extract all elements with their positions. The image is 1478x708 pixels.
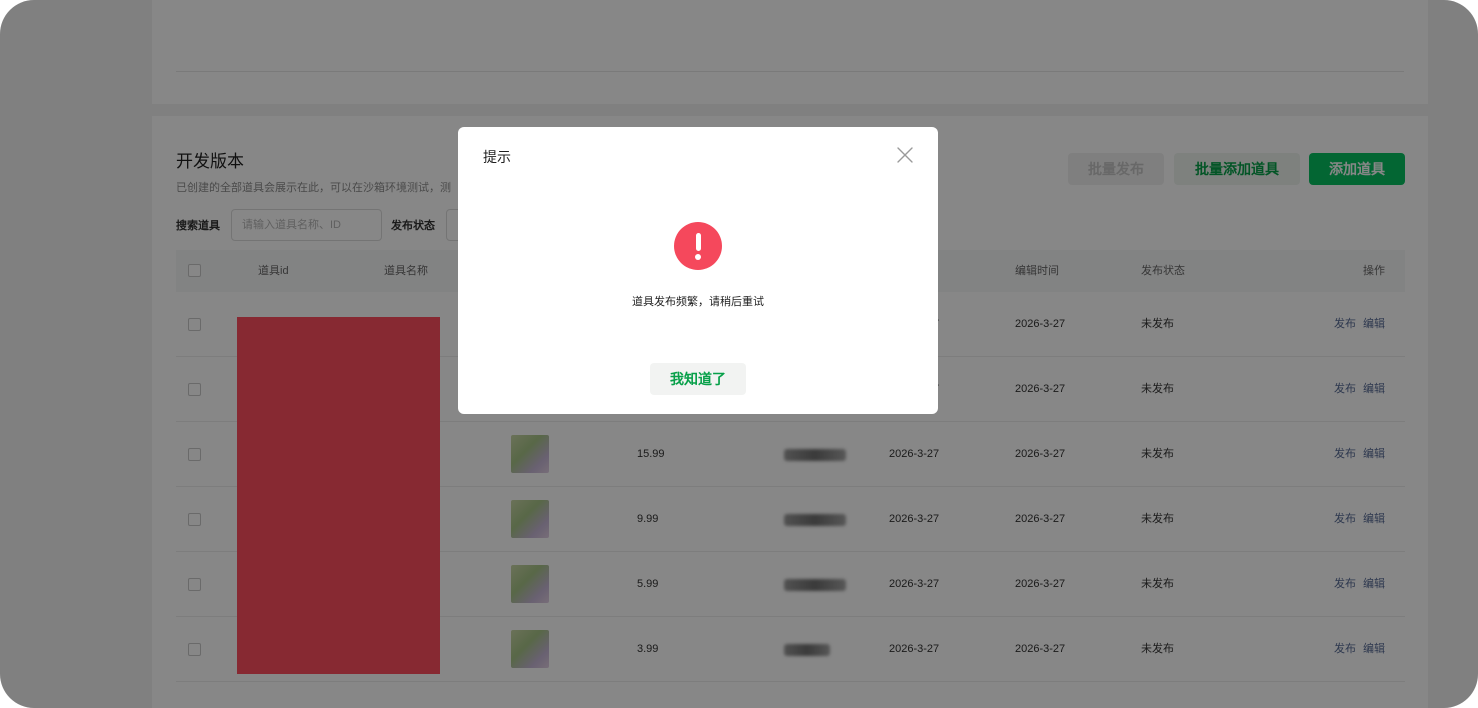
close-icon[interactable] [895,145,915,165]
alert-dialog: 提示 道具发布频繁，请稍后重试 我知道了 [458,127,938,414]
dialog-title: 提示 [483,149,511,165]
dialog-message: 道具发布频繁，请稍后重试 [632,296,764,308]
app-frame: 开发版本 已创建的全部道具会展示在此，可以在沙箱环境测试，测 批量发布 批量添加… [0,0,1478,708]
warning-icon [674,222,722,270]
acknowledge-button[interactable]: 我知道了 [650,363,746,395]
